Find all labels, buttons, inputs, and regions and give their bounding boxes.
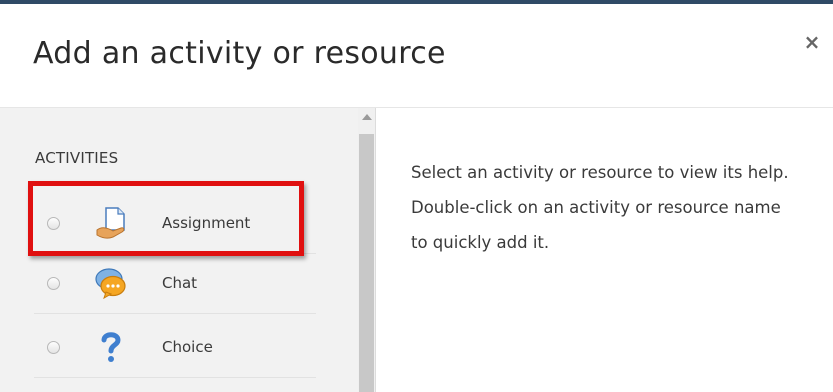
scroll-up-arrow-icon[interactable]	[362, 114, 372, 120]
help-text: Select an activity or resource to view i…	[411, 163, 789, 252]
chat-icon	[95, 268, 126, 300]
row-divider	[34, 377, 316, 378]
activity-option-assignment[interactable]: Assignment	[34, 194, 316, 254]
top-accent-bar	[0, 0, 833, 4]
section-heading-activities: ACTIVITIES	[35, 149, 119, 167]
modal-title: Add an activity or resource	[33, 36, 446, 71]
activity-label: Choice	[162, 338, 213, 356]
close-button[interactable]: ×	[800, 30, 824, 54]
chat-radio[interactable]	[47, 277, 60, 290]
activity-label: Chat	[162, 274, 198, 292]
question-mark-icon	[101, 332, 121, 362]
activity-option-choice[interactable]: Choice	[34, 318, 316, 378]
scrollbar-thumb[interactable]	[359, 134, 374, 392]
row-divider	[34, 313, 316, 314]
activity-option-chat[interactable]: Chat	[34, 254, 316, 314]
assignment-radio[interactable]	[47, 217, 60, 230]
activity-label: Assignment	[162, 214, 251, 232]
assignment-icon	[96, 207, 125, 239]
choice-radio[interactable]	[47, 341, 60, 354]
